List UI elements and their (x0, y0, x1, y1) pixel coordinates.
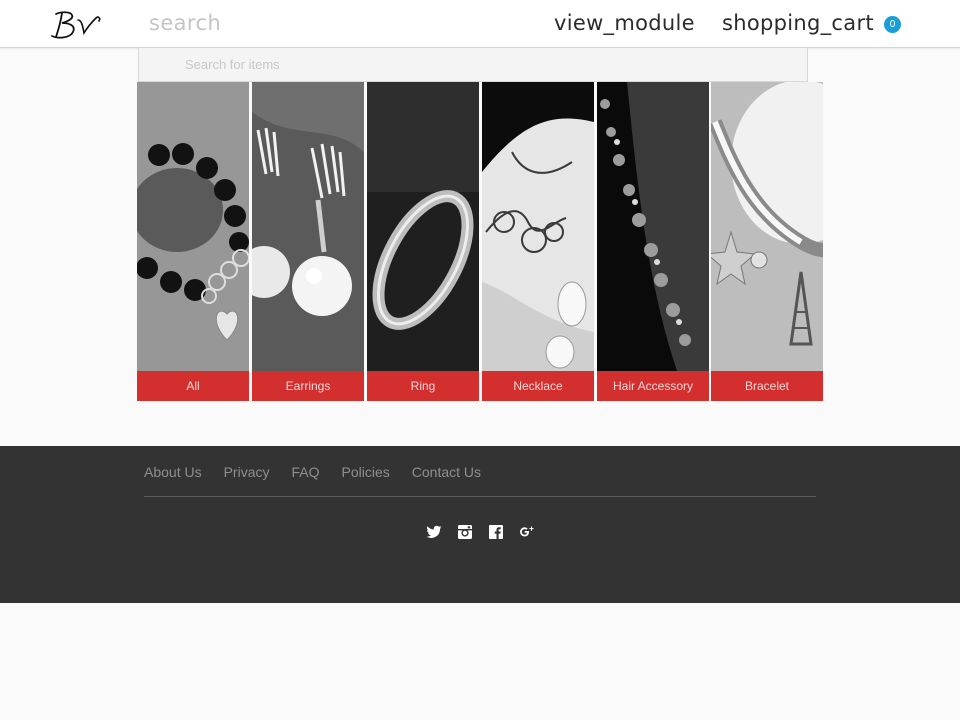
footer-link-privacy[interactable]: Privacy (224, 462, 270, 482)
footer-link-faq[interactable]: FAQ (292, 462, 320, 482)
google-plus-icon[interactable] (519, 524, 535, 540)
category-label: Ring (367, 371, 479, 401)
bracelet-beads-image (137, 82, 249, 371)
social-links (426, 523, 535, 541)
category-label: Necklace (482, 371, 594, 401)
charm-bracelet-image (711, 82, 823, 371)
category-grid: All Earrings Ring Necklace Hair Accessor… (137, 70, 824, 401)
footer-links: About Us Privacy FAQ Policies Contact Us (144, 462, 481, 482)
category-label: Bracelet (711, 371, 823, 401)
search-icon[interactable]: search (149, 10, 221, 36)
pearl-earrings-image (252, 82, 364, 371)
category-label: Earrings (252, 371, 364, 401)
category-tile-bracelet[interactable]: Bracelet (711, 70, 823, 401)
view-module-icon[interactable]: view_module (554, 10, 695, 36)
category-tile-earrings[interactable]: Earrings (252, 70, 364, 401)
category-tile-all[interactable]: All (137, 70, 249, 401)
footer: About Us Privacy FAQ Policies Contact Us (0, 446, 960, 603)
top-header: search view_module shopping_cart 0 (0, 0, 960, 48)
cart-count-badge: 0 (884, 16, 901, 33)
category-tile-necklace[interactable]: Necklace (482, 70, 594, 401)
facebook-icon[interactable] (488, 524, 504, 540)
footer-link-policies[interactable]: Policies (342, 462, 390, 482)
necklace-image (482, 82, 594, 371)
twitter-icon[interactable] (426, 524, 442, 540)
hair-band-image (597, 82, 709, 371)
category-label: Hair Accessory (597, 371, 709, 401)
brand-logo[interactable] (46, 6, 104, 42)
category-tile-hair-accessory[interactable]: Hair Accessory (597, 70, 709, 401)
shopping-cart-icon[interactable]: shopping_cart (722, 10, 874, 36)
footer-link-about-us[interactable]: About Us (144, 462, 202, 482)
ring-image (367, 82, 479, 371)
footer-divider (144, 496, 816, 497)
category-label: All (137, 371, 249, 401)
footer-link-contact-us[interactable]: Contact Us (412, 462, 481, 482)
category-tile-ring[interactable]: Ring (367, 70, 479, 401)
instagram-icon[interactable] (457, 524, 473, 540)
